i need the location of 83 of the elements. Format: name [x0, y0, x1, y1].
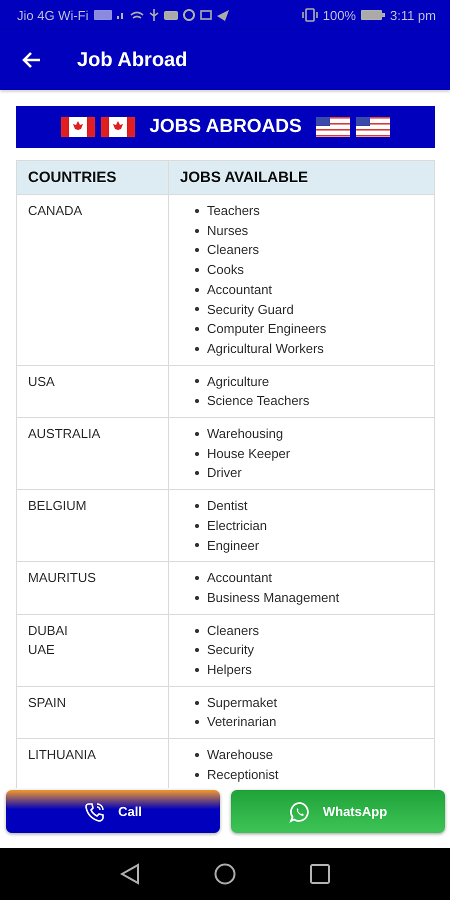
country-name: BELGIUM	[28, 497, 88, 516]
country-name: DUBAI	[28, 622, 69, 640]
bullet-icon	[195, 327, 199, 332]
job-title: Cleaners	[207, 622, 260, 640]
bullet-icon	[195, 228, 199, 233]
column-header: JOBS AVAILABLE	[168, 161, 434, 194]
country-name: USA	[28, 372, 56, 391]
usb-icon	[148, 8, 158, 22]
usa-flag-icon	[316, 117, 350, 137]
country-name: UAE	[28, 641, 56, 660]
usa-flag-icon	[356, 117, 390, 137]
signal-icon	[116, 11, 124, 19]
battery-icon	[360, 9, 385, 21]
bullet-icon	[195, 452, 199, 456]
bullet-icon	[195, 288, 199, 292]
whatsapp-icon	[288, 800, 311, 822]
job-title: Driver	[207, 464, 242, 482]
bullet-icon	[195, 543, 199, 548]
bullet-icon	[195, 668, 199, 672]
job-title: Engineer	[207, 536, 260, 555]
country-name: CANADA	[28, 202, 84, 220]
job-title: Supermaket	[207, 694, 278, 712]
back-arrow-icon[interactable]	[21, 51, 41, 69]
job-title: Agricultural Workers	[207, 340, 324, 358]
job-title: Cleaners	[207, 241, 260, 260]
battery-percent: 100%	[322, 8, 356, 22]
clock-time: 3:11 pm	[390, 8, 436, 22]
bullet-icon	[195, 753, 199, 758]
job-title: Teachers	[207, 202, 260, 220]
bullet-icon	[195, 576, 199, 580]
bullet-icon	[195, 379, 199, 384]
country-name: AUSTRALIA	[28, 425, 102, 444]
bullet-icon	[195, 307, 199, 312]
job-title: Warehousing	[207, 425, 284, 444]
bullet-icon	[195, 268, 199, 272]
job-title: Veterinarian	[207, 713, 276, 732]
job-title: Cooks	[207, 261, 244, 280]
banner-title: JOBS ABROADS	[149, 116, 302, 138]
call-button[interactable]: Call	[6, 790, 220, 833]
job-title: Warehouse	[207, 746, 273, 764]
bullet-icon	[195, 248, 199, 252]
job-title: Business Management	[207, 588, 340, 607]
job-title: Security	[207, 641, 254, 660]
bullet-icon	[195, 471, 199, 476]
country-name: MAURITUS	[28, 569, 97, 588]
job-title: House Keeper	[207, 444, 290, 463]
vibrate-icon	[302, 8, 318, 22]
canada-flag-icon	[61, 117, 96, 137]
bullet-icon	[195, 772, 199, 777]
country-name: SPAIN	[28, 694, 68, 712]
wifi-icon	[130, 10, 144, 20]
job-title: Agriculture	[207, 372, 270, 391]
bullet-icon	[195, 504, 199, 508]
canada-flag-icon	[101, 117, 136, 137]
job-title: Accountant	[207, 280, 272, 299]
job-title: Helpers	[207, 661, 252, 680]
back-icon[interactable]	[120, 863, 140, 885]
send-icon	[216, 10, 228, 20]
bullet-icon	[195, 720, 199, 724]
bullet-icon	[195, 432, 199, 436]
job-title: Accountant	[207, 569, 272, 588]
bullet-icon	[195, 596, 199, 600]
country-name: LITHUANIA	[28, 746, 97, 764]
bullet-icon	[195, 628, 199, 632]
bullet-icon	[195, 700, 199, 705]
job-title: Computer Engineers	[207, 320, 326, 338]
job-title: Security Guard	[207, 300, 294, 319]
job-title: Nurses	[207, 222, 248, 240]
bullet-icon	[195, 524, 199, 528]
bullet-icon	[195, 346, 199, 351]
column-header: COUNTRIES	[27, 168, 118, 188]
bullet-icon	[195, 399, 199, 404]
bullet-icon	[195, 648, 199, 652]
screen-title: Job Abroad	[77, 48, 188, 72]
job-title: Science Teachers	[207, 392, 310, 410]
job-title: Electrician	[207, 516, 267, 535]
bullet-icon	[195, 208, 199, 213]
job-title: Receptionist	[207, 766, 279, 784]
carrier-label: Jio 4G Wi-Fi	[17, 8, 88, 22]
job-title: Dentist	[207, 497, 248, 516]
recents-icon[interactable]	[310, 864, 330, 884]
phone-icon	[84, 800, 106, 822]
home-icon[interactable]	[214, 863, 236, 885]
